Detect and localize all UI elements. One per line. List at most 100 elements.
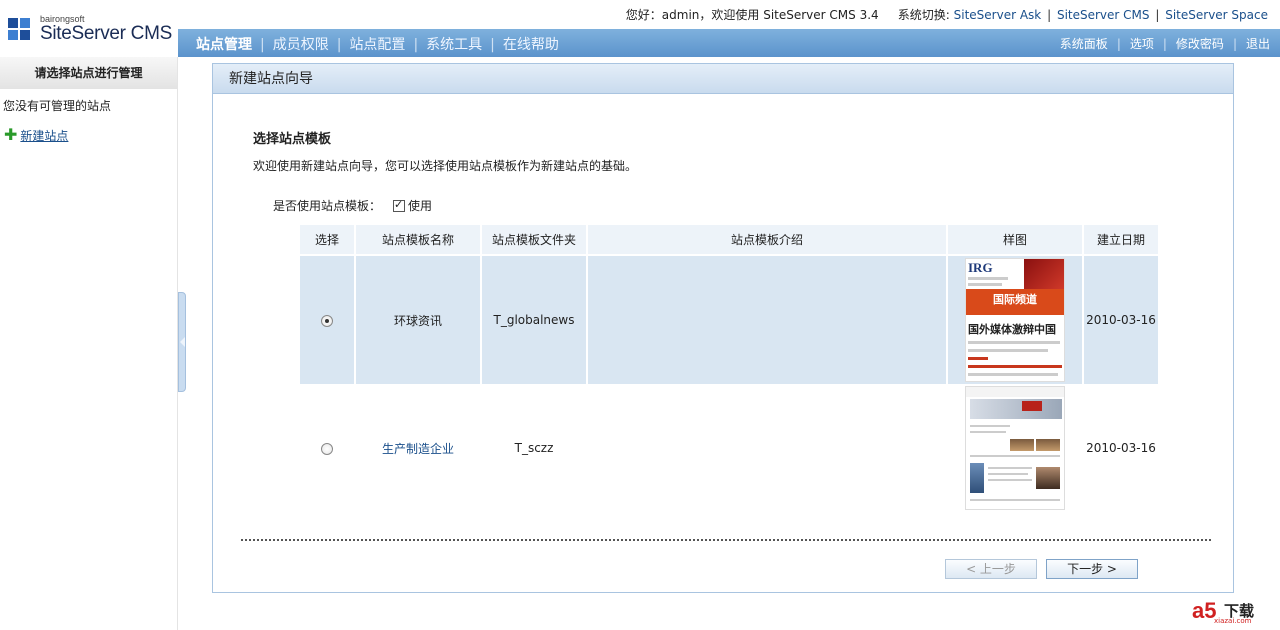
logo-grid-icon (8, 18, 32, 42)
separator: | (336, 37, 342, 53)
col-select: 选择 (300, 225, 354, 256)
thumb-text-line (968, 283, 1002, 286)
template-name: 环球资讯 (356, 256, 480, 384)
thumb-header (966, 387, 1064, 397)
thumb-text-line (968, 373, 1058, 376)
wizard-panel: 新建站点向导 选择站点模板 欢迎使用新建站点向导，您可以选择使用站点模板作为新建… (212, 63, 1234, 593)
table-row[interactable]: 环球资讯 T_globalnews IRG 国际频道 国外媒体激辩中国 2010… (300, 256, 1158, 384)
greeting: 您好：admin，欢迎使用 SiteServer CMS 3.4 (625, 8, 879, 22)
thumb-channel-band: 国际频道 (966, 289, 1064, 315)
col-created-date: 建立日期 (1084, 225, 1158, 256)
template-folder: T_globalnews (482, 256, 586, 384)
thumb-logo: IRG (968, 260, 993, 275)
dotted-divider (241, 539, 1211, 541)
template-folder: T_sczz (514, 441, 554, 455)
template-preview-cell: IRG 国际频道 国外媒体激辩中国 (948, 256, 1082, 384)
thumb-text-line (968, 277, 1008, 280)
template-date: 2010-03-16 (1086, 441, 1156, 455)
template-thumbnail-globalnews[interactable]: IRG 国际频道 国外媒体激辩中国 (965, 258, 1065, 382)
watermark-url: xiazai.com (1214, 617, 1252, 625)
thumb-photo (1036, 439, 1060, 451)
thumb-text-line (968, 349, 1048, 352)
use-template-label: 是否使用站点模板： (273, 199, 382, 213)
nav-online-help[interactable]: 在线帮助 (503, 37, 559, 53)
main-nav-bar: 站点管理 | 成员权限 | 站点配置 | 系统工具 | 在线帮助 系统面板 | 选项 | 修改密码 | 退出 (178, 29, 1280, 57)
top-bar: bairongsoft SiteServer CMS 您好：admin，欢迎使用… (0, 0, 1280, 44)
separator: | (1155, 8, 1160, 22)
col-template-folder: 站点模板文件夹 (482, 225, 586, 256)
separator: | (1047, 8, 1052, 22)
row-select-cell (300, 384, 354, 512)
thumb-photo (1010, 439, 1034, 451)
nav-site-management[interactable]: 站点管理 (196, 37, 252, 53)
prev-step-button[interactable]: < 上一步 (945, 559, 1037, 579)
top-right-info: 您好：admin，欢迎使用 SiteServer CMS 3.4 系统切换: S… (626, 6, 1268, 23)
thumb-text-line (988, 479, 1032, 481)
col-template-name: 站点模板名称 (356, 225, 480, 256)
separator: | (1162, 37, 1167, 51)
sidebar-collapse-handle[interactable] (178, 292, 186, 392)
use-template-checkbox[interactable] (393, 198, 406, 212)
template-name-link[interactable]: 生产制造企业 (382, 442, 454, 456)
template-radio-globalnews[interactable] (321, 314, 333, 327)
template-name-cell: 生产制造企业 (356, 384, 480, 512)
thumb-banner-accent (1022, 401, 1042, 411)
separator: | (490, 37, 495, 53)
template-date: 2010-03-16 (1084, 256, 1158, 384)
switch-cms-link[interactable]: SiteServer CMS (1057, 8, 1150, 22)
thumb-text-line (968, 365, 1062, 368)
use-template-row: 是否使用站点模板： 使用 (273, 197, 432, 214)
watermark-logo: a5 下载 xiazai.com (1192, 598, 1268, 625)
thumb-text-line (968, 341, 1060, 344)
table-row[interactable]: 生产制造企业 T_sczz 2010-03-16 (300, 384, 1158, 512)
template-radio-sczz[interactable] (321, 442, 333, 455)
main-menu: 站点管理 | 成员权限 | 站点配置 | 系统工具 | 在线帮助 (196, 34, 559, 54)
separator: | (1116, 37, 1121, 51)
nav-system-panel[interactable]: 系统面板 (1060, 37, 1108, 51)
left-sidebar: 请选择站点进行管理 您没有可管理的站点 ✚ 新建站点 (0, 57, 178, 630)
nav-options[interactable]: 选项 (1130, 37, 1154, 51)
row-select-cell (300, 256, 354, 384)
logo-product: SiteServer CMS (40, 23, 173, 44)
nav-system-tools[interactable]: 系统工具 (426, 37, 482, 53)
no-sites-message: 您没有可管理的站点 (3, 99, 112, 113)
nav-site-config[interactable]: 站点配置 (349, 37, 405, 53)
plus-icon: ✚ (4, 125, 18, 144)
add-site-row: ✚ 新建站点 (0, 122, 177, 147)
app-logo: bairongsoft SiteServer CMS (8, 4, 178, 44)
template-table: 选择 站点模板名称 站点模板文件夹 站点模板介绍 样图 建立日期 环球资讯 T_… (298, 225, 1160, 512)
nav-right-links: 系统面板 | 选项 | 修改密码 | 退出 (1060, 35, 1270, 52)
section-title: 选择站点模板 (253, 132, 332, 147)
thumb-text-line (970, 425, 1010, 427)
switch-space-link[interactable]: SiteServer Space (1165, 8, 1268, 22)
next-step-button[interactable]: 下一步 > (1046, 559, 1138, 579)
thumb-text-line (970, 499, 1060, 501)
thumb-headline: 国外媒体激辩中国 (968, 323, 1056, 336)
separator: | (260, 37, 265, 53)
section-description: 欢迎使用新建站点向导，您可以选择使用站点模板作为新建站点的基础。 (253, 159, 638, 173)
add-site-link[interactable]: 新建站点 (20, 129, 68, 143)
switch-ask-link[interactable]: SiteServer Ask (954, 8, 1042, 22)
template-intro (588, 256, 946, 384)
thumb-text-line (988, 467, 1032, 469)
nav-change-password[interactable]: 修改密码 (1176, 37, 1224, 51)
nav-logout[interactable]: 退出 (1246, 37, 1270, 51)
thumb-text-line (988, 473, 1028, 475)
col-preview: 样图 (948, 225, 1082, 256)
table-header-row: 选择 站点模板名称 站点模板文件夹 站点模板介绍 样图 建立日期 (300, 225, 1158, 256)
separator: | (413, 37, 419, 53)
separator: | (1232, 37, 1237, 51)
template-thumbnail-sczz[interactable] (965, 386, 1065, 510)
template-preview-cell (948, 384, 1082, 512)
thumb-text-line (970, 431, 1006, 433)
thumb-side-image (970, 463, 984, 493)
nav-member-permissions[interactable]: 成员权限 (273, 37, 329, 53)
collapse-arrow-icon (180, 337, 185, 347)
col-template-intro: 站点模板介绍 (588, 225, 946, 256)
use-template-checkbox-label[interactable]: 使用 (408, 199, 432, 213)
sidebar-header: 请选择站点进行管理 (0, 57, 177, 89)
watermark-brand: a5 (1192, 598, 1217, 623)
thumb-text-line (970, 455, 1060, 457)
system-switch-label: 系统切换: (897, 8, 950, 22)
thumb-banner-image (970, 399, 1062, 419)
